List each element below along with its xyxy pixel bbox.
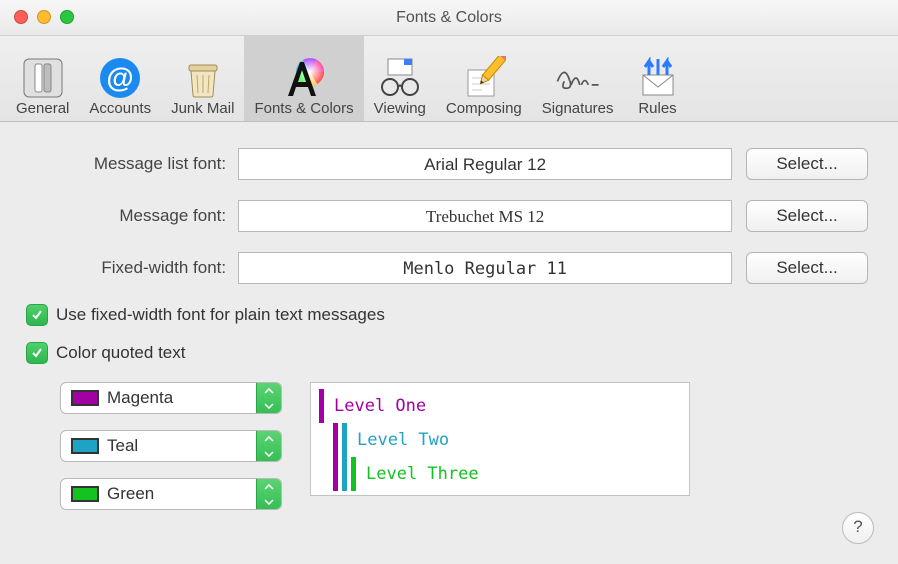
tool-signatures[interactable]: Signatures [532,36,624,121]
select-message-font-button[interactable]: Select... [746,200,868,232]
message-list-font-row: Message list font: Arial Regular 12 Sele… [30,148,868,180]
fixed-width-font-display: Menlo Regular 11 [238,252,732,284]
tool-accounts[interactable]: @ Accounts [79,36,161,121]
tool-label: Rules [638,100,676,117]
quote-color-label: Teal [107,436,256,456]
use-fixed-width-checkbox-row: Use fixed-width font for plain text mess… [26,304,868,326]
at-icon: @ [96,55,144,100]
tool-fonts-colors[interactable]: Fonts & Colors [244,36,363,121]
color-quoted-checkbox-row: Color quoted text [26,342,868,364]
tool-label: Junk Mail [171,100,234,117]
tool-label: Fonts & Colors [254,100,353,117]
tool-composing[interactable]: Composing [436,36,532,121]
chevron-up-down-icon [256,383,281,413]
use-fixed-width-label: Use fixed-width font for plain text mess… [56,305,385,325]
select-message-list-font-button[interactable]: Select... [746,148,868,180]
swatch-icon [71,390,99,406]
close-window-button[interactable] [14,10,28,24]
chevron-up-down-icon [256,431,281,461]
quote-preview-text: Level Three [360,464,479,484]
message-font-row: Message font: Trebuchet MS 12 Select... [30,200,868,232]
switch-icon [19,55,67,100]
quote-color-select-3[interactable]: Green [60,478,282,510]
quote-color-select-1[interactable]: Magenta [60,382,282,414]
window-title: Fonts & Colors [396,9,502,27]
trash-icon [179,55,227,100]
quote-preview-line-1: Level One [319,389,681,423]
tool-general[interactable]: General [6,36,79,121]
fonts-colors-pane: Message list font: Arial Regular 12 Sele… [0,122,898,510]
signature-icon [554,55,602,100]
swatch-icon [71,486,99,502]
color-quoted-checkbox[interactable] [26,342,48,364]
tool-label: General [16,100,69,117]
quote-preview-line-3: Level Three [319,457,681,491]
titlebar: Fonts & Colors [0,0,898,36]
quote-color-selects: Magenta Teal Green [60,382,282,510]
traffic-lights [14,10,74,24]
message-font-display: Trebuchet MS 12 [238,200,732,232]
quote-preview-text: Level Two [351,430,449,450]
minimize-window-button[interactable] [37,10,51,24]
message-list-font-display: Arial Regular 12 [238,148,732,180]
tool-label: Viewing [374,100,426,117]
rules-icon [634,55,682,100]
preferences-toolbar: General @ Accounts Junk Mail [0,36,898,122]
help-button[interactable]: ? [842,512,874,544]
quote-color-label: Magenta [107,388,256,408]
zoom-window-button[interactable] [60,10,74,24]
use-fixed-width-checkbox[interactable] [26,304,48,326]
message-list-font-label: Message list font: [30,154,238,174]
glasses-icon [376,55,424,100]
quote-preview: Level One Level Two Level Three [310,382,690,496]
tool-label: Composing [446,100,522,117]
tool-label: Signatures [542,100,614,117]
quote-preview-line-2: Level Two [319,423,681,457]
pencil-icon [460,55,508,100]
chevron-up-down-icon [256,479,281,509]
quote-color-select-2[interactable]: Teal [60,430,282,462]
tool-label: Accounts [89,100,151,117]
quote-color-label: Green [107,484,256,504]
fixed-width-font-row: Fixed-width font: Menlo Regular 11 Selec… [30,252,868,284]
quote-preview-text: Level One [328,396,426,416]
color-quoted-label: Color quoted text [56,343,185,363]
fixed-width-font-label: Fixed-width font: [30,258,238,278]
select-fixed-width-font-button[interactable]: Select... [746,252,868,284]
quote-color-area: Magenta Teal Green [60,382,868,510]
swatch-icon [71,438,99,454]
tool-rules[interactable]: Rules [624,36,692,121]
tool-junk-mail[interactable]: Junk Mail [161,36,244,121]
message-font-label: Message font: [30,206,238,226]
font-color-icon [280,55,328,100]
svg-text:@: @ [107,62,134,93]
tool-viewing[interactable]: Viewing [364,36,436,121]
